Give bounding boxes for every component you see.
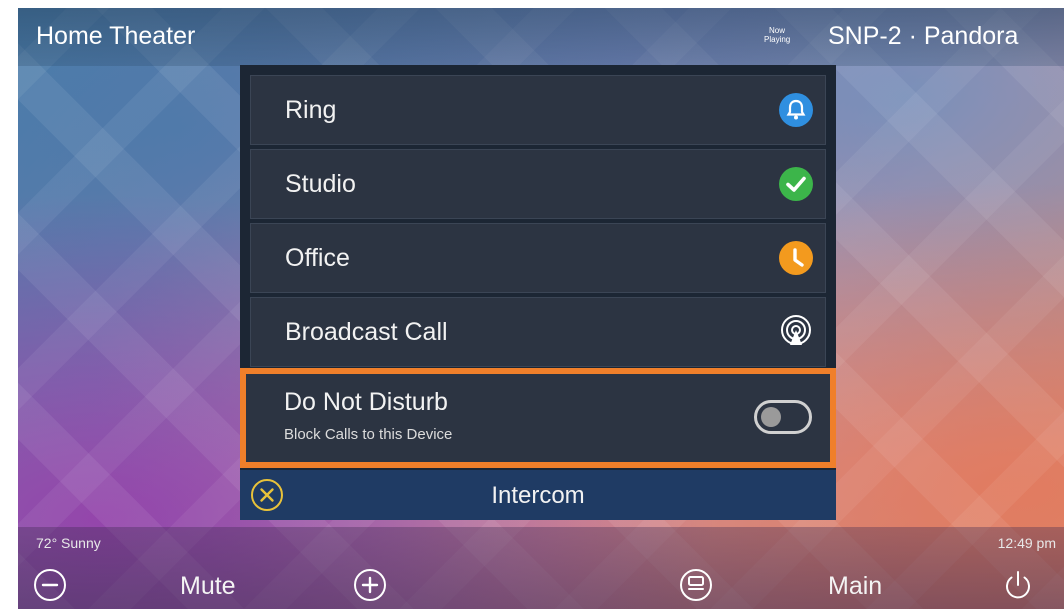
now-playing-badge: Now Playing: [764, 26, 791, 44]
toggle-knob: [761, 407, 781, 427]
menu-icon[interactable]: [678, 567, 714, 603]
clock-icon: [779, 241, 813, 275]
weather-status: 72° Sunny: [36, 535, 101, 551]
bottom-bar: 72° Sunny 12:49 pm Mute Main: [18, 527, 1064, 609]
intercom-title: Intercom: [491, 482, 585, 509]
dnd-sublabel: Block Calls to this Device: [284, 426, 453, 443]
do-not-disturb-row[interactable]: Do Not Disturb Block Calls to this Devic…: [240, 368, 836, 468]
clock: 12:49 pm: [997, 535, 1056, 551]
intercom-item-broadcast-call[interactable]: Broadcast Call: [250, 297, 826, 367]
now-playing-source[interactable]: SNP-2 · Pandora: [828, 22, 1018, 51]
intercom-item-label: Broadcast Call: [285, 318, 448, 346]
touchpanel-screen: Home Theater Now Playing SNP-2 · Pandora…: [18, 8, 1064, 609]
intercom-item-office[interactable]: Office: [250, 223, 826, 293]
dnd-label: Do Not Disturb: [284, 388, 448, 416]
broadcast-icon: [779, 315, 813, 349]
intercom-item-studio[interactable]: Studio: [250, 149, 826, 219]
intercom-item-label: Studio: [285, 170, 356, 198]
room-title[interactable]: Home Theater: [36, 22, 195, 51]
volume-up-icon[interactable]: [352, 567, 388, 603]
power-icon[interactable]: [1000, 567, 1036, 603]
top-bar: Home Theater Now Playing SNP-2 · Pandora: [18, 8, 1064, 66]
dnd-toggle[interactable]: [754, 400, 812, 434]
intercom-panel: Ring Studio Office Broadcast Call Do Not…: [240, 65, 836, 520]
bell-icon: [779, 93, 813, 127]
intercom-footer: Intercom: [240, 470, 836, 520]
intercom-item-label: Office: [285, 244, 350, 272]
mute-button[interactable]: Mute: [180, 572, 236, 601]
volume-down-icon[interactable]: [32, 567, 68, 603]
intercom-item-ring[interactable]: Ring: [250, 75, 826, 145]
main-button[interactable]: Main: [828, 572, 882, 601]
check-icon: [779, 167, 813, 201]
intercom-item-label: Ring: [285, 96, 337, 124]
